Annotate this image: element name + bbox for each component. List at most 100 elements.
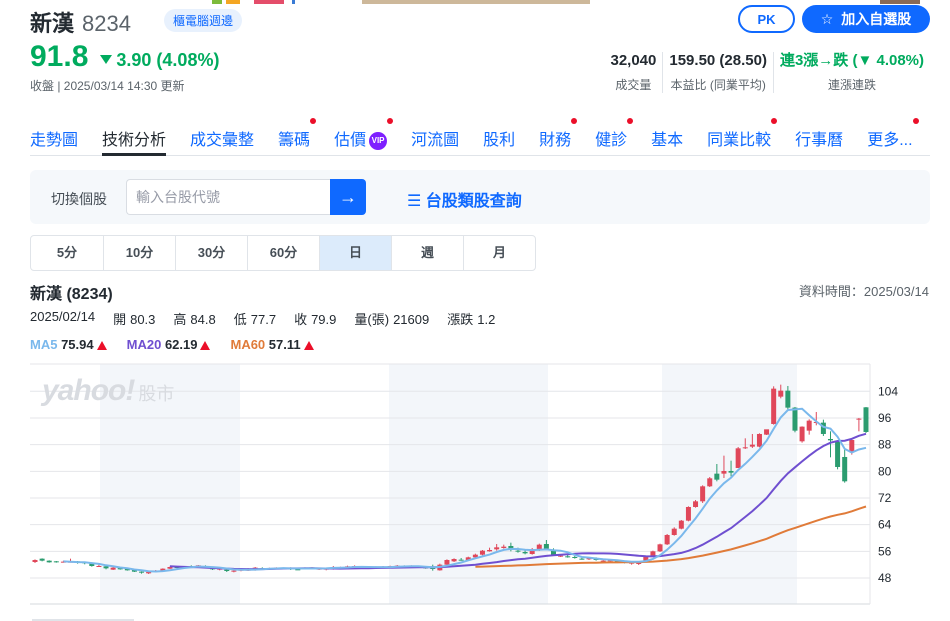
stock-search-bar: 切換個股 → ☰ 台股類股查詢 (30, 170, 930, 224)
price-change-value: 3.90 (4.08%) (116, 50, 220, 70)
tab-label: 估價 (334, 132, 367, 149)
ohlc-low: 低 77.7 (233, 312, 277, 327)
ma-legend: MA5 75.94 MA20 62.19 MA60 57.11 (30, 337, 314, 352)
notification-dot-icon (571, 118, 578, 124)
candle-body (700, 486, 706, 502)
ma60-legend: MA60 57.11 (230, 337, 314, 352)
candle-body (835, 441, 841, 467)
category-search-label: 台股類股查詢 (425, 193, 522, 210)
tab-label: 更多... (867, 132, 913, 149)
tab-6[interactable]: 股利 (483, 124, 515, 155)
stat-label: 連漲連跌 (827, 78, 876, 92)
search-go-button[interactable]: → (330, 179, 366, 215)
ohlc-volume: 量(張) 21609 (354, 312, 430, 327)
stat-value: 159.50 (28.50) (669, 52, 767, 69)
tab-5[interactable]: 河流圖 (411, 124, 459, 155)
y-tick-label: 88 (878, 438, 892, 452)
industry-badge[interactable]: 櫃電腦週邊 (164, 9, 243, 32)
tab-9[interactable]: 基本 (651, 124, 683, 155)
candle-body (792, 407, 798, 431)
tab-label: 走勢圖 (30, 132, 79, 149)
add-watchlist-button[interactable]: ☆ 加入自選股 (802, 5, 930, 33)
tab-label: 籌碼 (278, 132, 311, 149)
tab-3[interactable]: 籌碼 (278, 118, 317, 155)
up-triangle-icon (200, 341, 211, 350)
candle-body (863, 407, 869, 432)
stat-streak: 連3漲→跌 (▼ 4.08%) 連漲連跌 (772, 52, 930, 93)
update-time: 收盤 | 2025/03/14 14:30 更新 (30, 79, 185, 93)
stock-code-input[interactable] (126, 179, 331, 215)
candle-body (579, 558, 585, 560)
tab-label: 基本 (651, 132, 684, 149)
candle-body (110, 567, 116, 570)
tab-11[interactable]: 行事曆 (795, 124, 843, 155)
stats-panel: 32,040 成交量 159.50 (28.50) 本益比 (同業平均) 連3漲… (604, 52, 930, 93)
ohlc-date: 2025/02/14 (30, 309, 96, 324)
ad-banner-strip[interactable] (0, 0, 950, 4)
tab-8[interactable]: 健診 (595, 118, 634, 155)
notification-dot-icon (387, 118, 394, 124)
period-2[interactable]: 30分 (175, 236, 247, 270)
tab-0[interactable]: 走勢圖 (30, 124, 78, 155)
notification-dot-icon (627, 118, 634, 124)
stock-header: 新漢 8234 (30, 6, 131, 38)
category-search-link[interactable]: ☰ 台股類股查詢 (407, 187, 522, 211)
ma20-legend: MA20 62.19 (127, 337, 211, 352)
period-4[interactable]: 日 (319, 236, 391, 270)
tab-2[interactable]: 成交彙整 (190, 124, 254, 155)
candle-body (657, 544, 663, 552)
yahoo-watermark: yahoo! 股市 (42, 374, 175, 407)
stock-code: 8234 (82, 11, 131, 36)
candle-body (139, 571, 145, 573)
period-6[interactable]: 月 (463, 236, 535, 270)
tab-4[interactable]: 估價 VIP (334, 118, 394, 155)
tab-label: 河流圖 (411, 132, 460, 149)
period-5[interactable]: 週 (391, 236, 463, 270)
tab-10[interactable]: 同業比較 (707, 118, 778, 155)
section-tabs: 走勢圖 技術分析 成交彙整 籌碼 估價 VIP 河流圖 股利 財務 健診 基本 同業比較 行事曆 更多..… (30, 118, 930, 156)
candle-body (764, 429, 770, 435)
candle-body (714, 473, 720, 480)
stat-pe: 159.50 (28.50) 本益比 (同業平均) (662, 52, 773, 93)
period-3[interactable]: 60分 (247, 236, 319, 270)
ohlc-change: 漲跌 1.2 (447, 312, 496, 327)
star-icon: ☆ (820, 10, 834, 27)
candle-body (856, 418, 862, 420)
ohlc-info: 2025/02/14 開 80.3 高 84.8 低 77.7 收 79.9 量(張) 2… (30, 309, 495, 328)
candle-body (494, 547, 500, 550)
tab-label: 健診 (595, 132, 628, 149)
candle-body (664, 534, 670, 545)
period-0[interactable]: 5分 (31, 236, 103, 270)
data-time: 資料時間：2025/03/14 (798, 284, 929, 299)
candle-body (671, 528, 677, 535)
period-1[interactable]: 10分 (103, 236, 175, 270)
candle-body (728, 470, 734, 473)
y-tick-label: 72 (878, 491, 892, 505)
month-band (662, 364, 797, 604)
candle-body (39, 558, 45, 561)
candle-body (721, 470, 727, 474)
candle-body (479, 550, 485, 555)
ohlc-close: 收 79.9 (294, 312, 337, 327)
candle-body (685, 506, 691, 521)
candle-body (742, 447, 748, 449)
candle-body (46, 560, 52, 563)
ohlc-open: 開 80.3 (113, 312, 156, 327)
tab-label: 技術分析 (102, 132, 167, 149)
tab-label: 財務 (539, 132, 572, 149)
tab-1[interactable]: 技術分析 (102, 124, 167, 156)
tab-7[interactable]: 財務 (539, 118, 578, 155)
candle-body (799, 426, 805, 442)
y-tick-label: 104 (878, 384, 898, 398)
vip-icon: VIP (369, 132, 388, 150)
tab-12[interactable]: 更多... (867, 118, 919, 155)
pk-button[interactable]: PK (738, 5, 795, 33)
candle-body (735, 448, 741, 468)
y-tick-label: 96 (878, 411, 892, 425)
add-watchlist-label: 加入自選股 (841, 11, 912, 27)
ohlc-high: 高 84.8 (173, 312, 216, 327)
candle-body (543, 543, 549, 549)
list-icon: ☰ (407, 193, 422, 210)
tab-label: 行事曆 (795, 132, 844, 149)
y-tick-label: 64 (878, 518, 892, 532)
